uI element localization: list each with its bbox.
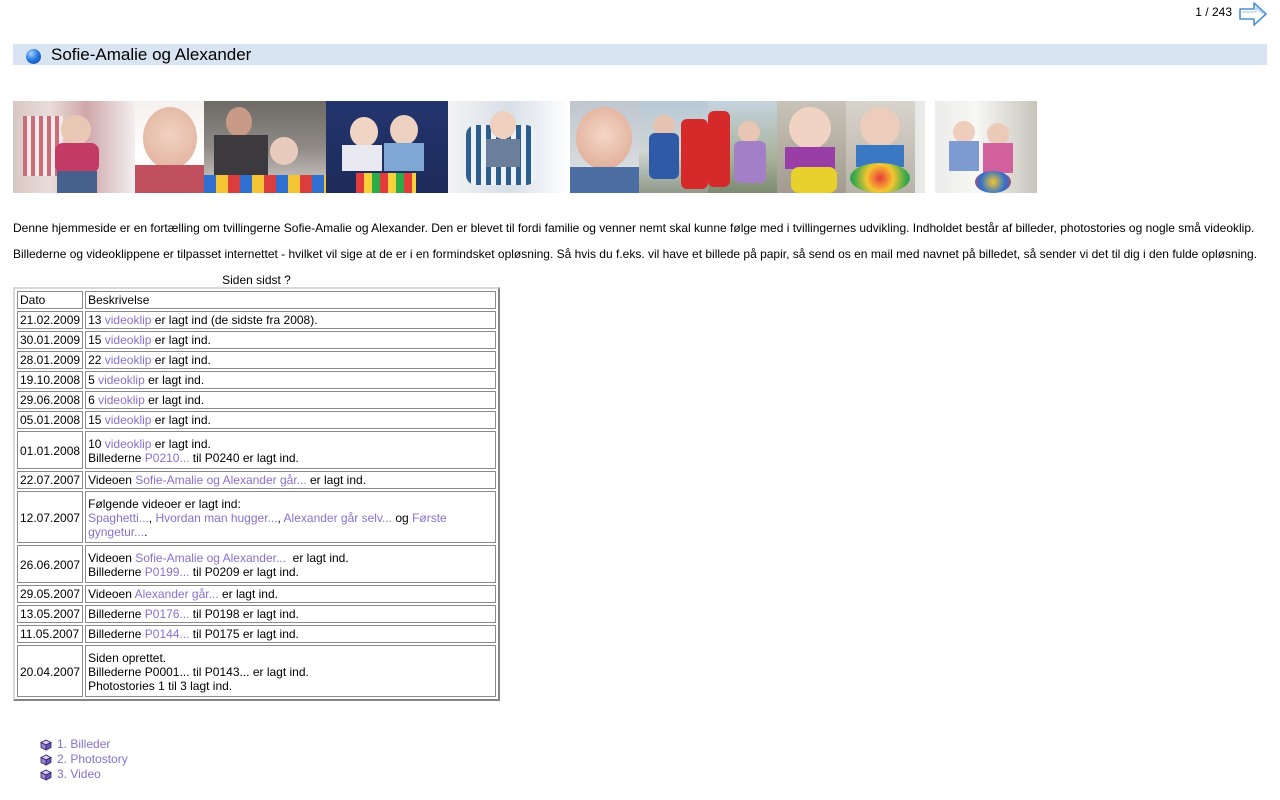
table-row: 22.07.2007 Videoen Sofie-Amalie og Alexa…: [17, 471, 496, 489]
globe-icon: [26, 48, 41, 64]
nav-item-video[interactable]: 3. Video: [40, 767, 128, 782]
column-header-description: Beskrivelse: [85, 291, 496, 309]
pager: 1 / 243: [1195, 0, 1268, 28]
column-header-date: Dato: [17, 291, 84, 309]
table-row: 21.02.2009 13 videoklip er lagt ind (de …: [17, 311, 496, 329]
videoklip-link[interactable]: videoklip: [105, 353, 152, 367]
title-bar: Sofie-Amalie og Alexander: [13, 44, 1267, 65]
videoklip-link[interactable]: videoklip: [98, 393, 145, 407]
photo-thumbnail[interactable]: [570, 101, 639, 193]
photo-thumbnail[interactable]: [846, 101, 915, 193]
photo-strip: [13, 101, 1037, 193]
nav-item-billeder[interactable]: 1. Billeder: [40, 737, 128, 752]
update-date: 05.01.2008: [17, 411, 84, 429]
video-link[interactable]: Sofie-Amalie og Alexander...: [135, 551, 286, 565]
video-link[interactable]: Spaghetti...: [88, 511, 149, 525]
table-row: 11.05.2007 Billederne P0144... til P0175…: [17, 625, 496, 643]
update-description: Billederne P0176... til P0198 er lagt in…: [85, 605, 496, 623]
photo-thumbnail[interactable]: [915, 101, 1037, 193]
video-link[interactable]: Alexander går...: [135, 587, 219, 601]
nav-link-video[interactable]: 3. Video: [57, 767, 101, 782]
table-header-row: Dato Beskrivelse: [17, 291, 496, 309]
photo-thumbnail[interactable]: [13, 101, 135, 193]
page-counter: 1 / 243: [1195, 5, 1232, 19]
update-description: Videoen Alexander går... er lagt ind.: [85, 585, 496, 603]
videoklip-link[interactable]: videoklip: [105, 313, 152, 327]
table-row: 20.04.2007 Siden oprettet. Billederne P0…: [17, 645, 496, 697]
picture-link[interactable]: P0199...: [145, 565, 190, 579]
table-row: 05.01.2008 15 videoklip er lagt ind.: [17, 411, 496, 429]
update-date: 21.02.2009: [17, 311, 84, 329]
table-row: 26.06.2007 Videoen Sofie-Amalie og Alexa…: [17, 545, 496, 583]
table-row: 28.01.2009 22 videoklip er lagt ind.: [17, 351, 496, 369]
update-date: 20.04.2007: [17, 645, 84, 697]
photo-thumbnail[interactable]: [204, 101, 326, 193]
update-description: 5 videoklip er lagt ind.: [85, 371, 496, 389]
picture-link[interactable]: P0210...: [145, 451, 190, 465]
video-link[interactable]: Alexander går selv...: [284, 511, 393, 525]
update-description: Videoen Sofie-Amalie og Alexander... er …: [85, 545, 496, 583]
update-description: Følgende videoer er lagt ind: Spaghetti.…: [85, 491, 496, 543]
update-date: 29.05.2007: [17, 585, 84, 603]
section-nav: 1. Billeder 2. Photostory 3. Video: [40, 737, 128, 782]
videoklip-link[interactable]: videoklip: [105, 333, 152, 347]
photo-thumbnail[interactable]: [326, 101, 448, 193]
intro-paragraph: Denne hjemmeside er en fortælling om tvi…: [13, 221, 1255, 235]
update-description: 15 videoklip er lagt ind.: [85, 411, 496, 429]
video-link[interactable]: Hvordan man hugger...: [155, 511, 277, 525]
update-description: 22 videoklip er lagt ind.: [85, 351, 496, 369]
cube-icon: [40, 769, 52, 781]
update-description: Videoen Sofie-Amalie og Alexander går...…: [85, 471, 496, 489]
updates-heading: Siden sidst ?: [222, 273, 291, 287]
update-date: 19.10.2008: [17, 371, 84, 389]
photo-thumbnail[interactable]: [708, 101, 777, 193]
update-date: 28.01.2009: [17, 351, 84, 369]
update-description: 10 videoklip er lagt ind. Billederne P02…: [85, 431, 496, 469]
video-link[interactable]: Sofie-Amalie og Alexander går...: [135, 473, 306, 487]
table-row: 30.01.2009 15 videoklip er lagt ind.: [17, 331, 496, 349]
videoklip-link[interactable]: videoklip: [98, 373, 145, 387]
update-date: 12.07.2007: [17, 491, 84, 543]
updates-table: Dato Beskrivelse 21.02.2009 13 videoklip…: [13, 287, 500, 701]
photo-thumbnail[interactable]: [448, 101, 570, 193]
intro-paragraph: Billederne og videoklippene er tilpasset…: [13, 247, 1258, 261]
nav-link-photostory[interactable]: 2. Photostory: [57, 752, 128, 767]
table-row: 19.10.2008 5 videoklip er lagt ind.: [17, 371, 496, 389]
update-description: Billederne P0144... til P0175 er lagt in…: [85, 625, 496, 643]
nav-item-photostory[interactable]: 2. Photostory: [40, 752, 128, 767]
table-row: 29.05.2007 Videoen Alexander går... er l…: [17, 585, 496, 603]
table-row: 12.07.2007 Følgende videoer er lagt ind:…: [17, 491, 496, 543]
picture-link[interactable]: P0176...: [145, 607, 190, 621]
cube-icon: [40, 754, 52, 766]
arrow-right-icon[interactable]: [1238, 0, 1268, 28]
update-description: 15 videoklip er lagt ind.: [85, 331, 496, 349]
update-date: 11.05.2007: [17, 625, 84, 643]
update-description: Siden oprettet. Billederne P0001... til …: [85, 645, 496, 697]
picture-link[interactable]: P0144...: [145, 627, 190, 641]
update-date: 22.07.2007: [17, 471, 84, 489]
photo-thumbnail[interactable]: [639, 101, 708, 193]
nav-link-billeder[interactable]: 1. Billeder: [57, 737, 110, 752]
table-row: 29.06.2008 6 videoklip er lagt ind.: [17, 391, 496, 409]
photo-thumbnail[interactable]: [777, 101, 846, 193]
page-title: Sofie-Amalie og Alexander: [51, 44, 252, 64]
table-row: 13.05.2007 Billederne P0176... til P0198…: [17, 605, 496, 623]
update-date: 01.01.2008: [17, 431, 84, 469]
update-date: 13.05.2007: [17, 605, 84, 623]
table-row: 01.01.2008 10 videoklip er lagt ind. Bil…: [17, 431, 496, 469]
update-description: 6 videoklip er lagt ind.: [85, 391, 496, 409]
photo-thumbnail[interactable]: [135, 101, 204, 193]
cube-icon: [40, 739, 52, 751]
update-date: 30.01.2009: [17, 331, 84, 349]
update-date: 26.06.2007: [17, 545, 84, 583]
update-description: 13 videoklip er lagt ind (de sidste fra …: [85, 311, 496, 329]
update-date: 29.06.2008: [17, 391, 84, 409]
videoklip-link[interactable]: videoklip: [105, 413, 152, 427]
videoklip-link[interactable]: videoklip: [105, 437, 152, 451]
